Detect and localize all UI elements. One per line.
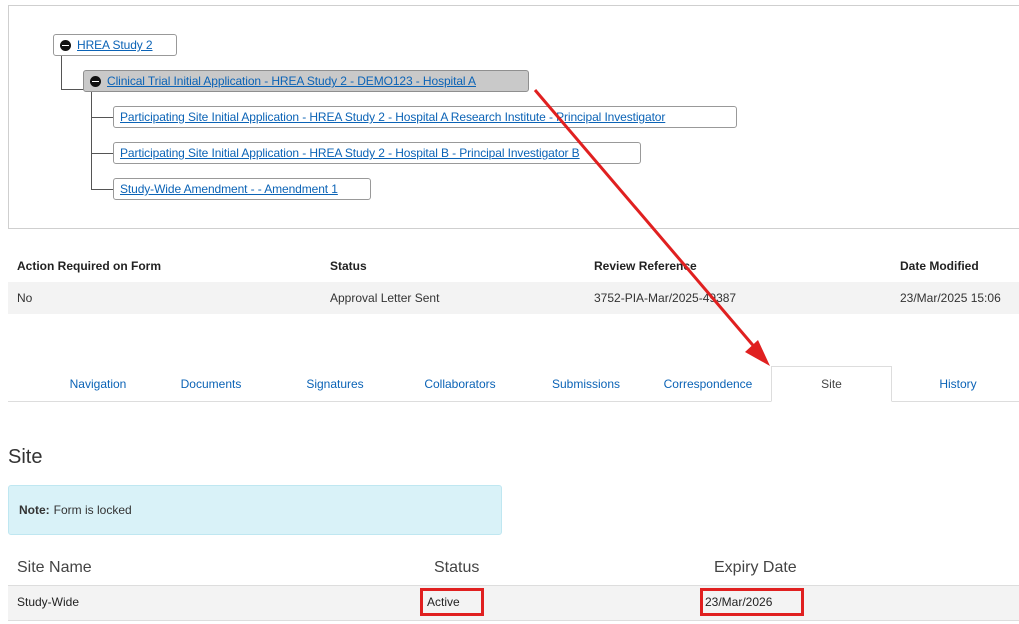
locked-note: Note: Form is locked <box>8 485 502 535</box>
value-date-modified: 23/Mar/2025 15:06 <box>900 291 1001 305</box>
header-site-name: Site Name <box>17 559 92 576</box>
site-header-row: Site Name Status Expiry Date <box>8 555 1019 586</box>
note-label: Note: <box>19 503 50 517</box>
tree-node-child[interactable]: Participating Site Initial Application -… <box>113 142 641 164</box>
tab-correspondence[interactable]: Correspondence <box>653 366 763 401</box>
tab-collaborators[interactable]: Collaborators <box>412 366 508 401</box>
tab-documents[interactable]: Documents <box>168 366 254 401</box>
tab-navigation[interactable]: Navigation <box>53 366 143 401</box>
info-value-row: No Approval Letter Sent 3752-PIA-Mar/202… <box>8 282 1019 314</box>
application-tree-panel: HREA Study 2 Clinical Trial Initial Appl… <box>8 5 1019 229</box>
collapse-minus-icon[interactable] <box>90 75 101 87</box>
tab-site[interactable]: Site <box>771 366 892 402</box>
tree-node-study[interactable]: HREA Study 2 <box>53 34 177 56</box>
section-title: Site <box>8 446 43 468</box>
form-tabs: Navigation Documents Signatures Collabor… <box>8 366 1019 402</box>
child-link[interactable]: Participating Site Initial Application -… <box>120 110 665 124</box>
study-link[interactable]: HREA Study 2 <box>77 38 153 52</box>
tree-connector <box>91 189 113 190</box>
header-expiry-date: Expiry Date <box>714 559 797 576</box>
value-action-required: No <box>17 291 33 305</box>
tab-submissions[interactable]: Submissions <box>538 366 634 401</box>
tree-node-child[interactable]: Study-Wide Amendment - - Amendment 1 <box>113 178 371 200</box>
header-site-status: Status <box>434 559 480 576</box>
site-table: Site Name Status Expiry Date Study-Wide … <box>8 555 1019 621</box>
tab-history[interactable]: History <box>912 366 1004 401</box>
tree-node-application[interactable]: Clinical Trial Initial Application - HRE… <box>83 70 529 92</box>
note-text: Form is locked <box>53 503 132 517</box>
child-link[interactable]: Study-Wide Amendment - - Amendment 1 <box>120 182 338 196</box>
collapse-minus-icon[interactable] <box>60 39 71 51</box>
tree-connector <box>91 117 113 118</box>
expiry-highlight-box <box>700 588 804 616</box>
value-review-reference: 3752-PIA-Mar/2025-49387 <box>594 291 737 305</box>
header-status: Status <box>330 259 367 273</box>
tree-connector <box>91 153 113 154</box>
header-date-modified: Date Modified <box>900 259 979 273</box>
tree-node-child[interactable]: Participating Site Initial Application -… <box>113 106 737 128</box>
tree-connector <box>91 92 92 189</box>
form-info-table: Action Required on Form Status Review Re… <box>8 250 1019 314</box>
tree-connector <box>61 56 62 90</box>
header-action-required: Action Required on Form <box>17 259 161 273</box>
info-header-row: Action Required on Form Status Review Re… <box>8 250 1019 282</box>
value-status: Approval Letter Sent <box>330 291 440 305</box>
site-name-cell: Study-Wide <box>17 595 80 609</box>
header-review-reference: Review Reference <box>594 259 697 273</box>
child-link[interactable]: Participating Site Initial Application -… <box>120 146 580 160</box>
application-link[interactable]: Clinical Trial Initial Application - HRE… <box>107 74 476 88</box>
tab-signatures[interactable]: Signatures <box>292 366 378 401</box>
table-row: Study-Wide Active 23/Mar/2026 <box>8 586 1019 621</box>
arrow-head <box>745 340 770 366</box>
status-highlight-box <box>420 588 484 616</box>
